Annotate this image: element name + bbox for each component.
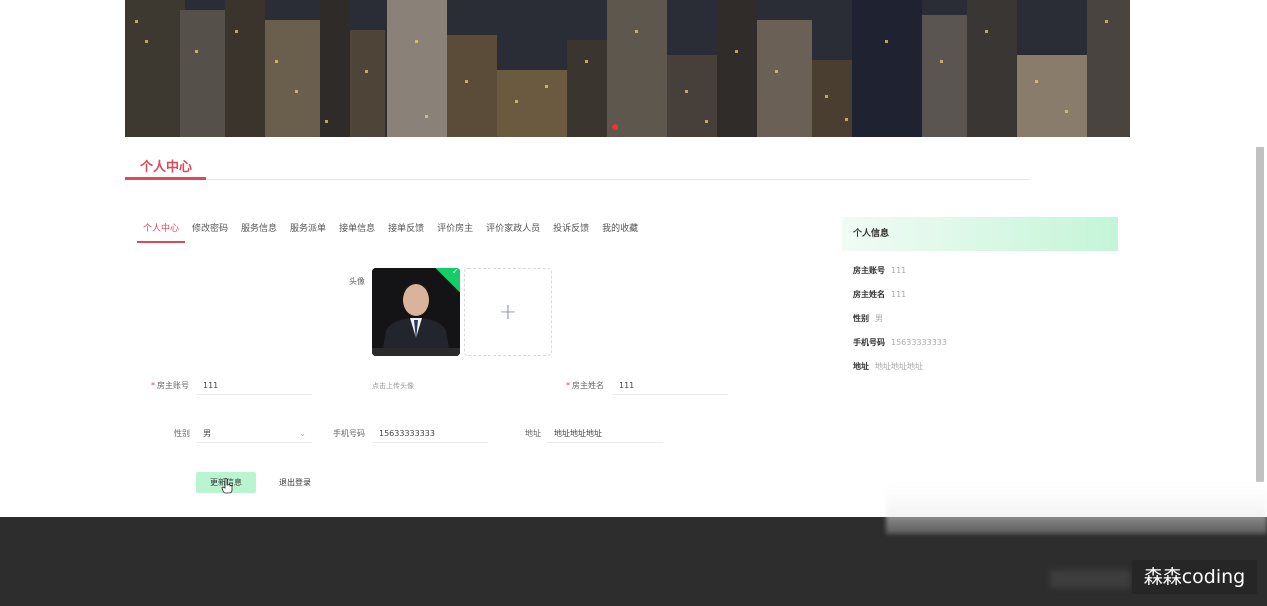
info-row-address: 地址 地址地址地址 [853, 362, 923, 371]
gender-label: 性别 [174, 429, 190, 438]
upload-hint: 点击上传头像 [372, 382, 414, 390]
footer-blurred-text [1050, 570, 1130, 588]
title-underline [125, 177, 206, 180]
page: 个人中心 个人中心 修改密码 服务信息 服务派单 接单信息 接单反馈 评价房主 … [0, 0, 1267, 606]
info-row-gender: 性别男 [853, 314, 883, 323]
logout-button[interactable]: 退出登录 [279, 472, 311, 493]
address-label: 地址 [525, 429, 541, 438]
phone-input[interactable]: 15633333333 [372, 427, 488, 443]
chevron-down-icon: ⌄ [299, 429, 306, 438]
banner-image [125, 0, 1130, 137]
info-row-name: 房主姓名 111 [853, 290, 907, 299]
avatar[interactable]: ✓ [372, 268, 460, 356]
tab-change-password[interactable]: 修改密码 [188, 223, 232, 243]
avatar-photo [372, 268, 460, 356]
personal-info-panel-title: 个人信息 [842, 217, 1118, 251]
phone-label: 手机号码 [333, 429, 365, 438]
tab-complaint-feedback[interactable]: 投诉反馈 [549, 223, 593, 243]
owner-account-input[interactable]: 111 [196, 379, 312, 395]
tab-order-info[interactable]: 接单信息 [335, 223, 379, 243]
tab-rate-owner[interactable]: 评价房主 [433, 223, 477, 243]
tab-profile-center[interactable]: 个人中心 [137, 223, 186, 243]
gender-select[interactable]: 男 ⌄ [196, 427, 312, 443]
page-title: 个人中心 [140, 160, 193, 175]
hand-cursor-icon [221, 478, 233, 494]
info-row-account: 房主账号 111 [853, 266, 907, 275]
tab-order-feedback[interactable]: 接单反馈 [384, 223, 428, 243]
title-divider [125, 179, 1030, 180]
avatar-label: 头像 [349, 277, 365, 286]
gender-value: 男 [203, 429, 211, 438]
owner-name-label: * 房主姓名 [566, 381, 604, 390]
tab-my-favorites[interactable]: 我的收藏 [598, 223, 642, 243]
required-mark: * [151, 381, 155, 390]
city-skyline-image [125, 0, 1130, 137]
owner-name-input[interactable]: 111 [612, 379, 728, 395]
watermark: 森森coding [1132, 560, 1257, 594]
page-scrollbar[interactable] [1256, 147, 1264, 482]
tab-service-dispatch[interactable]: 服务派单 [286, 223, 330, 243]
check-icon: ✓ [451, 268, 459, 276]
owner-account-label: * 房主账号 [151, 381, 189, 390]
required-mark: * [566, 381, 570, 390]
tab-service-info[interactable]: 服务信息 [237, 223, 281, 243]
info-row-phone: 手机号码 15633333333 [853, 338, 947, 347]
profile-tabs: 个人中心 修改密码 服务信息 服务派单 接单信息 接单反馈 评价房主 评价家政人… [137, 223, 647, 245]
avatar-upload-button[interactable]: + [464, 268, 552, 356]
blur-overlay [886, 484, 1267, 534]
tab-rate-housekeeper[interactable]: 评价家政人员 [482, 223, 544, 243]
plus-icon: + [498, 299, 518, 325]
address-input[interactable]: 地址地址地址 [547, 427, 663, 443]
